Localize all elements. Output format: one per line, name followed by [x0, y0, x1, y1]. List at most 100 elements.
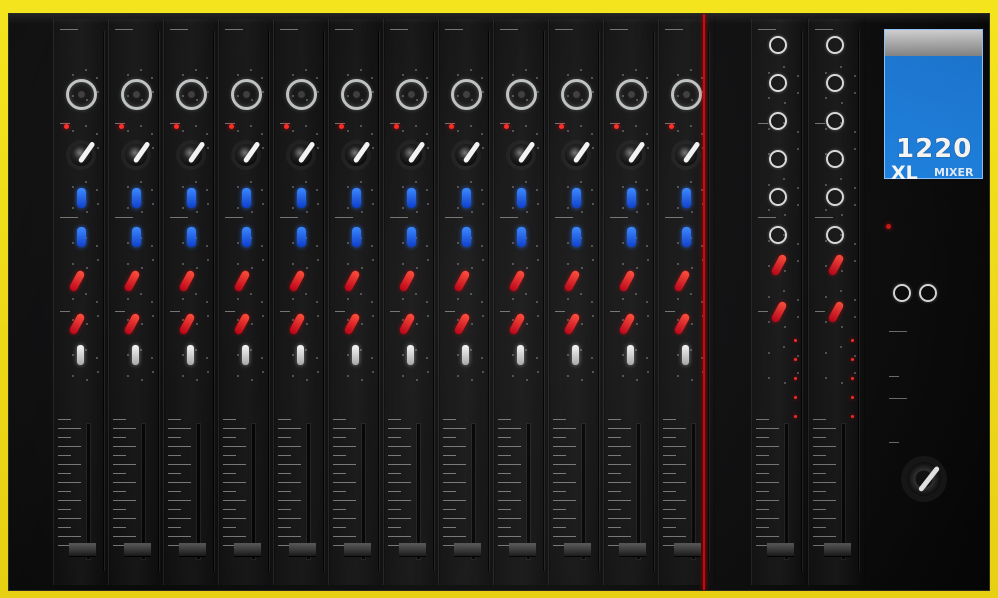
fader-scale-mark: [498, 464, 521, 465]
channel-fader[interactable]: [767, 543, 794, 557]
knob-tick: [71, 241, 74, 244]
eq-low-knob[interactable]: [242, 227, 251, 247]
gain-trim-knob[interactable]: [620, 144, 642, 166]
xlr-input-jack[interactable]: [121, 79, 152, 110]
master-control-knob[interactable]: [769, 112, 787, 130]
channel-fader[interactable]: [234, 543, 261, 557]
eq-low-knob[interactable]: [407, 227, 416, 247]
gain-trim-knob[interactable]: [180, 144, 202, 166]
pan-knob[interactable]: [187, 345, 194, 365]
master-control-knob[interactable]: [826, 226, 844, 244]
channel-fader[interactable]: [564, 543, 591, 557]
gain-trim-knob[interactable]: [125, 144, 147, 166]
master-control-knob[interactable]: [769, 188, 787, 206]
eq-high-knob[interactable]: [77, 188, 86, 208]
channel-fader[interactable]: [344, 543, 371, 557]
pan-knob[interactable]: [462, 345, 469, 365]
eq-low-knob[interactable]: [187, 227, 196, 247]
gain-trim-knob[interactable]: [565, 144, 587, 166]
master-control-knob[interactable]: [826, 150, 844, 168]
channel-fader[interactable]: [124, 543, 151, 557]
channel-fader[interactable]: [399, 543, 426, 557]
gain-trim-knob[interactable]: [510, 144, 532, 166]
xlr-input-jack[interactable]: [396, 79, 427, 110]
knob-tick: [511, 353, 514, 356]
channel-fader[interactable]: [509, 543, 536, 557]
eq-high-knob[interactable]: [242, 188, 251, 208]
pan-knob[interactable]: [352, 345, 359, 365]
master-control-knob[interactable]: [769, 226, 787, 244]
channel-fader[interactable]: [454, 543, 481, 557]
eq-low-knob[interactable]: [77, 227, 86, 247]
eq-low-knob[interactable]: [627, 227, 636, 247]
eq-high-knob[interactable]: [682, 188, 691, 208]
headphone-level-knob[interactable]: [907, 462, 941, 496]
eq-low-knob[interactable]: [517, 227, 526, 247]
tape-out-left-knob[interactable]: [893, 284, 911, 302]
eq-low-knob[interactable]: [572, 227, 581, 247]
master-control-knob[interactable]: [826, 74, 844, 92]
gain-trim-knob[interactable]: [400, 144, 422, 166]
xlr-input-jack[interactable]: [341, 79, 372, 110]
xlr-input-jack[interactable]: [231, 79, 262, 110]
knob-tick: [371, 132, 374, 135]
pan-knob[interactable]: [627, 345, 634, 365]
eq-high-knob[interactable]: [627, 188, 636, 208]
pan-knob[interactable]: [572, 345, 579, 365]
master-control-knob[interactable]: [769, 36, 787, 54]
eq-high-knob[interactable]: [352, 188, 361, 208]
master-control-knob[interactable]: [826, 36, 844, 54]
xlr-input-jack[interactable]: [286, 79, 317, 110]
gain-trim-knob[interactable]: [290, 144, 312, 166]
master-control-knob[interactable]: [769, 74, 787, 92]
xlr-input-jack[interactable]: [616, 79, 647, 110]
xlr-input-jack[interactable]: [561, 79, 592, 110]
gain-trim-knob[interactable]: [345, 144, 367, 166]
master-control-knob[interactable]: [826, 188, 844, 206]
knob-tick: [796, 355, 799, 358]
xlr-input-jack[interactable]: [66, 79, 97, 110]
eq-low-knob[interactable]: [132, 227, 141, 247]
gain-trim-knob[interactable]: [235, 144, 257, 166]
channel-fader[interactable]: [619, 543, 646, 557]
level-meter-led: [794, 358, 797, 361]
eq-low-knob[interactable]: [352, 227, 361, 247]
gain-trim-knob[interactable]: [455, 144, 477, 166]
eq-high-knob[interactable]: [132, 188, 141, 208]
knob-tick: [646, 188, 649, 191]
tape-out-right-knob[interactable]: [919, 284, 937, 302]
knob-tick: [71, 129, 74, 132]
xlr-input-jack[interactable]: [506, 79, 537, 110]
pan-knob[interactable]: [77, 345, 84, 365]
xlr-input-jack[interactable]: [671, 79, 702, 110]
eq-high-knob[interactable]: [572, 188, 581, 208]
eq-high-knob[interactable]: [297, 188, 306, 208]
master-control-knob[interactable]: [769, 150, 787, 168]
gain-trim-knob[interactable]: [675, 144, 697, 166]
eq-high-knob[interactable]: [407, 188, 416, 208]
eq-low-knob[interactable]: [462, 227, 471, 247]
eq-high-knob[interactable]: [517, 188, 526, 208]
xlr-input-jack[interactable]: [451, 79, 482, 110]
channel-fader[interactable]: [289, 543, 316, 557]
pan-knob[interactable]: [682, 345, 689, 365]
eq-low-knob[interactable]: [682, 227, 691, 247]
xlr-input-jack[interactable]: [176, 79, 207, 110]
eq-high-knob[interactable]: [187, 188, 196, 208]
master-control-knob[interactable]: [826, 112, 844, 130]
eq-high-knob[interactable]: [462, 188, 471, 208]
pan-knob[interactable]: [517, 345, 524, 365]
fader-scale-mark: [553, 518, 576, 519]
gain-trim-knob[interactable]: [70, 144, 92, 166]
channel-fader[interactable]: [824, 543, 851, 557]
channel-fader[interactable]: [674, 543, 701, 557]
eq-low-knob[interactable]: [297, 227, 306, 247]
pan-knob[interactable]: [297, 345, 304, 365]
pan-knob[interactable]: [407, 345, 414, 365]
fader-scale-mark: [388, 473, 401, 474]
pan-knob[interactable]: [242, 345, 249, 365]
knob-tick: [127, 374, 130, 377]
channel-fader[interactable]: [69, 543, 96, 557]
pan-knob[interactable]: [132, 345, 139, 365]
channel-fader[interactable]: [179, 543, 206, 557]
